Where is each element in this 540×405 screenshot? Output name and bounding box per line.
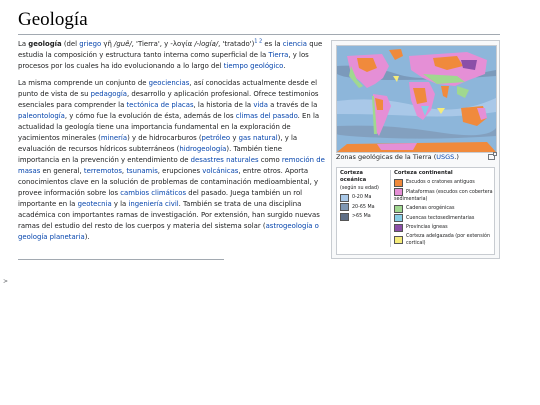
legend-label: Escudos o cratones antiguos	[406, 180, 475, 185]
legend-subheading: (según su edad)	[340, 186, 379, 191]
text: , y cómo fue la evolución de ésta, ademá…	[64, 112, 236, 120]
link-griego[interactable]: griego	[79, 40, 101, 48]
text: , 'Tierra', y -λογία	[131, 40, 195, 48]
legend-heading: Corteza oceánica	[340, 170, 367, 183]
text: a través de la	[267, 101, 318, 109]
legend-item: Corteza adelgazada (por extensión cortic…	[394, 233, 498, 247]
legend-item: >65 Ma	[340, 212, 388, 221]
legend-item: Escudos o cratones antiguos	[394, 178, 498, 187]
legend-item: sedimentaria)	[394, 196, 498, 203]
legend-label: Cuencas tectosedimentarias	[406, 215, 475, 221]
legend-heading: Corteza continental	[394, 170, 453, 176]
link-desastres[interactable]: desastres naturales	[191, 156, 259, 164]
page-title: Geología	[18, 8, 500, 35]
legend-swatch	[394, 188, 403, 196]
text: y la	[111, 200, 129, 208]
link-mineria[interactable]: minería	[101, 134, 127, 142]
second-paragraph: La misma comprende un conjunto de geocie…	[18, 78, 325, 243]
legend-item: Cuencas tectosedimentarias	[394, 214, 498, 222]
text: como	[258, 156, 282, 164]
thumbnail-box: Zonas geológicas de la Tierra (USGS.) Co…	[331, 40, 500, 259]
link-tsunamis[interactable]: tsunamis	[126, 167, 157, 175]
caption-text: Zonas geológicas de la Tierra (	[336, 153, 437, 161]
article-body: La geología (del griego γῆ /guê/, 'Tierr…	[18, 39, 325, 249]
ipa-text: /-logía/	[194, 40, 219, 48]
legend-label: Provincias ígneas	[406, 225, 448, 230]
text: en general,	[40, 167, 84, 175]
world-map-image	[337, 46, 496, 152]
link-petroleo[interactable]: petróleo	[202, 134, 231, 142]
text: es la	[262, 40, 283, 48]
link-volcanicas[interactable]: volcánicas	[202, 167, 238, 175]
text: y	[230, 134, 239, 142]
legend-item: Plataformas (escudos con cobertera	[394, 188, 498, 196]
legend-swatch	[340, 212, 349, 221]
intro-paragraph: La geología (del griego γῆ /guê/, 'Tierr…	[18, 39, 325, 72]
caption-text: .)	[454, 153, 459, 161]
legend-swatch	[394, 178, 403, 187]
oceanic-legend: Corteza oceánica (según su edad) 0-20 Ma…	[340, 170, 388, 221]
link-vida[interactable]: vida	[253, 101, 268, 109]
text: ) y de hidrocarburos (	[127, 134, 202, 142]
legend-label: 20-65 Ma	[352, 204, 375, 210]
legend-item: Cadenas orogénicas	[394, 204, 498, 213]
link-ingenieria-civil[interactable]: ingeniería civil	[128, 200, 178, 208]
article-subject-bold: geología	[28, 40, 62, 48]
text: , 'tratado')	[218, 40, 255, 48]
link-pedagogia[interactable]: pedagogía	[91, 90, 127, 98]
legend-swatch	[394, 214, 403, 222]
text: .	[283, 62, 286, 70]
legend-label: >65 Ma	[352, 214, 371, 219]
text: γῆ	[101, 40, 115, 48]
legend-label: 0-20 Ma	[352, 195, 372, 200]
footer-marker: >	[3, 278, 9, 285]
link-hidrogeologia[interactable]: hidrogeología	[179, 145, 226, 153]
link-climas[interactable]: climas del pasado	[236, 112, 298, 120]
legend-swatch	[394, 223, 403, 232]
legend-label: sedimentaria)	[394, 197, 428, 202]
text: , erupciones	[157, 167, 203, 175]
link-ciencia[interactable]: ciencia	[283, 40, 307, 48]
legend-item: Provincias ígneas	[394, 223, 498, 232]
geologic-world-map[interactable]	[336, 45, 497, 153]
link-geotecnia[interactable]: geotecnia	[78, 200, 112, 208]
link-cambios-climaticos[interactable]: cambios climáticos	[120, 189, 186, 197]
text: La	[18, 40, 29, 48]
legend-label: Cadenas orogénicas	[406, 206, 455, 211]
legend-swatch	[394, 236, 403, 244]
text: ).	[84, 233, 90, 241]
link-tierra[interactable]: Tierra	[268, 51, 288, 59]
link-tiempo-geologico[interactable]: tiempo geológico	[224, 62, 283, 70]
legend-swatch	[340, 193, 349, 202]
ipa-text: /guê/	[114, 40, 132, 48]
link-terremotos[interactable]: terremotos	[84, 167, 122, 175]
link-paleontologia[interactable]: paleontología	[18, 112, 65, 120]
legend-label: Corteza adelgazada (por extensión cortic…	[406, 234, 491, 246]
legend-item: 20-65 Ma	[340, 203, 388, 211]
map-legend: Corteza oceánica (según su edad) 0-20 Ma…	[336, 167, 495, 255]
image-caption: Zonas geológicas de la Tierra (USGS.)	[336, 153, 495, 162]
link-usgs[interactable]: USGS	[436, 153, 454, 161]
link-gas-natural[interactable]: gas natural	[239, 134, 278, 142]
legend-swatch	[340, 203, 349, 211]
text: , la historia de la	[193, 101, 254, 109]
legend-item: 0-20 Ma	[340, 193, 388, 202]
divider	[18, 259, 224, 260]
text: La misma comprende un conjunto de	[18, 79, 149, 87]
magnify-icon[interactable]	[488, 152, 497, 160]
legend-label: Plataformas (escudos con cobertera	[406, 189, 493, 195]
legend-swatch	[394, 204, 403, 213]
text: (del	[61, 40, 80, 48]
link-geociencias[interactable]: geociencias	[149, 79, 190, 87]
link-tectonica[interactable]: tectónica de placas	[126, 101, 193, 109]
continental-legend: Corteza continental Escudos o cratones a…	[390, 170, 498, 247]
